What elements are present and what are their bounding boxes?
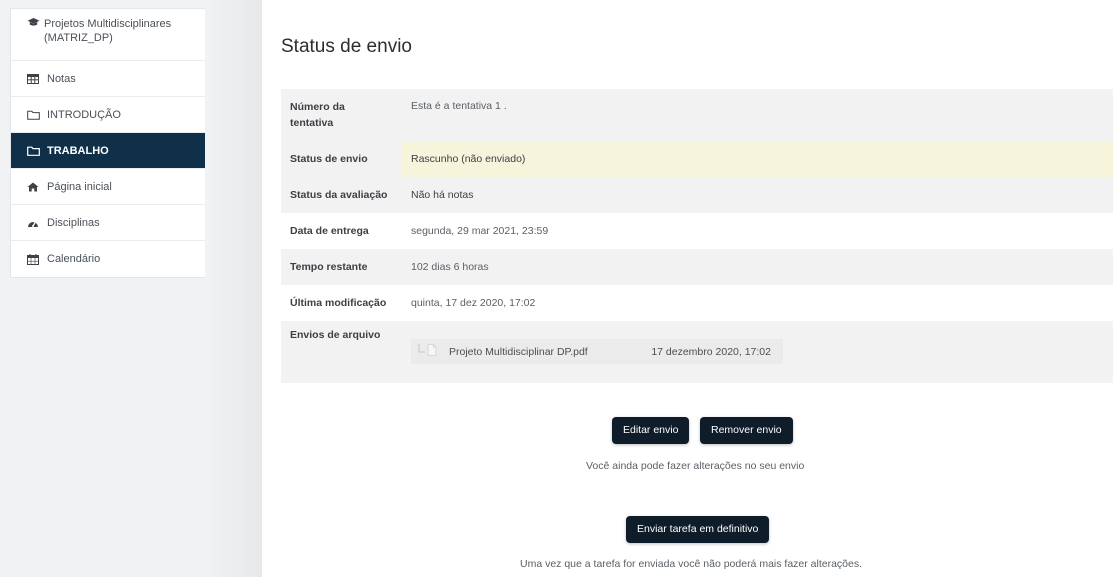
row-value: Não há notas	[411, 189, 474, 201]
submission-status-table: Número da tentativa Esta é a tentativa 1…	[281, 89, 1113, 383]
status-badge: Rascunho (não enviado)	[402, 141, 1113, 177]
edit-note: Você ainda pode fazer alterações no seu …	[586, 460, 805, 472]
row-label: Tempo restante	[290, 261, 368, 273]
sidebar-item-label: INTRODUÇÃO	[47, 108, 121, 121]
table-row: Status de envio Rascunho (não enviado)	[281, 141, 1113, 177]
home-icon	[27, 182, 43, 192]
sidebar-item-pagina-inicial[interactable]: Página inicial	[11, 169, 206, 205]
row-label: Número da tentativa	[290, 101, 345, 129]
file-date: 17 dezembro 2020, 17:02	[651, 345, 771, 358]
row-label: Data de entrega	[290, 225, 369, 237]
sidebar-item-label: Notas	[47, 72, 76, 85]
table-row: Envios de arquivo Projeto Multidisciplin…	[281, 321, 1113, 383]
course-navigation: Projetos Multidisciplinares (MATRIZ_DP) …	[10, 8, 207, 278]
submit-assignment-button[interactable]: Enviar tarefa em definitivo	[626, 516, 770, 543]
table-icon	[27, 73, 43, 84]
remove-submission-button[interactable]: Remover envio	[700, 417, 793, 444]
tachometer-icon	[27, 218, 43, 228]
sidebar-shadow	[205, 0, 262, 577]
table-row: Número da tentativa Esta é a tentativa 1…	[281, 89, 1113, 141]
submit-note: Uma vez que a tarefa for enviada você nã…	[520, 558, 863, 570]
page-title: Status de envio	[281, 36, 412, 57]
sidebar-item-label: Página inicial	[47, 180, 112, 193]
sidebar-item-label: Projetos Multidisciplinares (MATRIZ_DP)	[44, 18, 172, 44]
table-row: Tempo restante 102 dias 6 horas	[281, 249, 1113, 285]
sidebar-item-notas[interactable]: Notas	[11, 61, 206, 97]
edit-submission-button[interactable]: Editar envio	[612, 417, 690, 444]
row-value: quinta, 17 dez 2020, 17:02	[411, 297, 536, 309]
row-label: Status da avaliação	[290, 189, 388, 201]
sidebar-item-disciplinas[interactable]: Disciplinas	[11, 205, 206, 241]
pdf-file-icon	[417, 343, 439, 360]
row-value: 102 dias 6 horas	[411, 261, 489, 273]
sidebar-item-label: Disciplinas	[47, 216, 100, 229]
sidebar-item-trabalho[interactable]: TRABALHO	[11, 133, 206, 169]
table-row: Última modificação quinta, 17 dez 2020, …	[281, 285, 1113, 321]
sidebar-item-introducao[interactable]: INTRODUÇÃO	[11, 97, 206, 133]
table-row: Data de entrega segunda, 29 mar 2021, 23…	[281, 213, 1113, 249]
sidebar-item-course[interactable]: Projetos Multidisciplinares (MATRIZ_DP)	[11, 9, 206, 61]
file-item: Projeto Multidisciplinar DP.pdf 17 dezem…	[411, 339, 783, 364]
table-row: Status da avaliação Não há notas	[281, 177, 1113, 213]
calendar-icon	[27, 253, 43, 265]
folder-icon	[27, 146, 43, 156]
file-link[interactable]: Projeto Multidisciplinar DP.pdf	[449, 346, 588, 358]
sidebar-item-label: TRABALHO	[47, 144, 109, 157]
row-label: Envios de arquivo	[290, 329, 381, 341]
sidebar-item-label: Calendário	[47, 253, 101, 265]
row-value: Esta é a tentativa 1 .	[411, 100, 507, 112]
row-value: segunda, 29 mar 2021, 23:59	[411, 225, 549, 237]
folder-icon	[27, 110, 43, 120]
row-label: Status de envio	[281, 141, 402, 177]
row-label: Última modificação	[290, 297, 387, 309]
left-pane: Projetos Multidisciplinares (MATRIZ_DP) …	[0, 0, 262, 577]
sidebar-item-calendario[interactable]: Calendário	[11, 241, 206, 277]
main-content: Status de envio Número da tentativa Esta…	[262, 0, 1113, 577]
graduation-cap-icon	[27, 17, 40, 28]
row-value: Projeto Multidisciplinar DP.pdf 17 dezem…	[402, 321, 1113, 383]
